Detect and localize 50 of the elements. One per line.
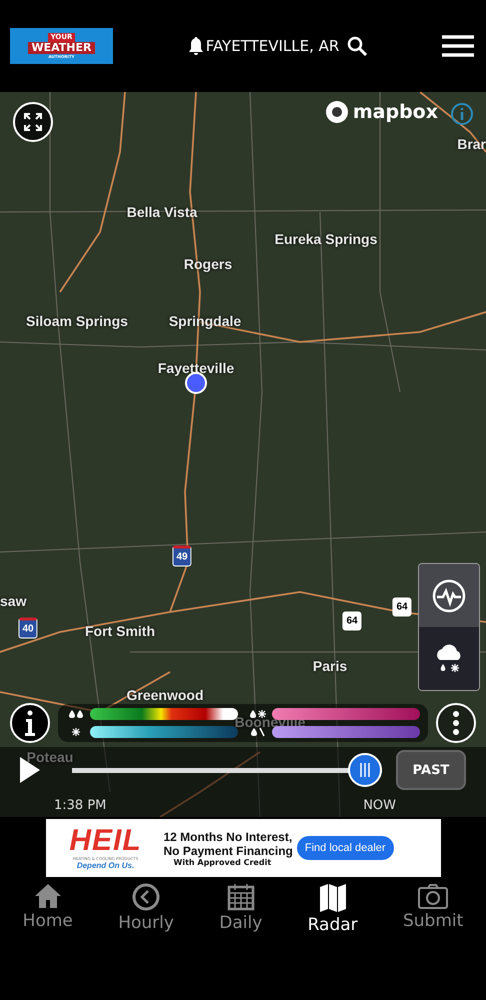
nav-tab[interactable]: Daily xyxy=(215,883,266,935)
fullscreen-button[interactable] xyxy=(13,102,53,142)
highway-shield: 49 xyxy=(172,546,192,566)
rain-drops-icon xyxy=(66,708,86,720)
more-button[interactable] xyxy=(436,703,476,743)
highway-shield: 40 xyxy=(18,618,38,638)
nav-tab[interactable]: Home xyxy=(18,883,77,935)
pulse-icon xyxy=(432,578,466,612)
place-label: saw xyxy=(0,593,26,609)
nav-tab[interactable]: Submit xyxy=(398,883,468,935)
radar-layer-button[interactable] xyxy=(419,564,479,627)
now-label: NOW xyxy=(363,798,396,812)
more-icon xyxy=(453,711,459,735)
logo-text: WEATHER xyxy=(28,42,94,54)
info-button[interactable] xyxy=(10,703,50,743)
mapbox-attribution: mapbox xyxy=(352,101,438,123)
menu-icon[interactable] xyxy=(442,35,474,57)
ad-tagline: Depend On Us. xyxy=(76,861,134,870)
place-label: Greenwood xyxy=(126,687,204,703)
highway-shield: 64 xyxy=(342,612,362,630)
mapbox-logo-icon xyxy=(324,100,349,124)
ad-headline: 12 Months No Interest, xyxy=(164,830,292,844)
past-button[interactable]: PAST xyxy=(396,750,466,790)
camera-icon xyxy=(418,883,448,909)
nav-tab[interactable]: Hourly xyxy=(114,883,178,935)
map-icon xyxy=(318,883,347,913)
home-icon xyxy=(34,883,62,909)
start-time: 1:38 PM xyxy=(54,798,106,812)
bell-icon[interactable] xyxy=(188,37,204,55)
find-dealer-button[interactable]: Find local dealer xyxy=(296,836,394,860)
place-label: Siloam Springs xyxy=(26,313,128,329)
highway-shield: 64 xyxy=(392,598,412,616)
expand-icon xyxy=(23,112,43,132)
clock-icon xyxy=(132,883,160,911)
place-label: Fort Smith xyxy=(85,623,155,639)
ad-headline: No Payment Financing xyxy=(164,844,293,858)
place-label: Booneville xyxy=(234,714,306,730)
info-icon[interactable] xyxy=(450,102,474,126)
place-label: Paris xyxy=(312,658,348,674)
info-icon xyxy=(25,710,35,736)
search-icon[interactable] xyxy=(347,36,368,56)
location-name[interactable]: FAYETTEVILLE, AR xyxy=(206,37,340,55)
ad-brand-logo: HEIL xyxy=(69,826,142,856)
slider-thumb[interactable] xyxy=(348,753,382,787)
ad-note: With Approved Credit xyxy=(174,858,272,866)
place-label: Eureka Springs xyxy=(274,231,378,247)
calendar-icon xyxy=(226,883,255,911)
precipitation-layer-button[interactable] xyxy=(419,627,479,690)
place-label: Poteau xyxy=(26,749,74,765)
nav-tab[interactable]: Radar xyxy=(304,883,362,935)
